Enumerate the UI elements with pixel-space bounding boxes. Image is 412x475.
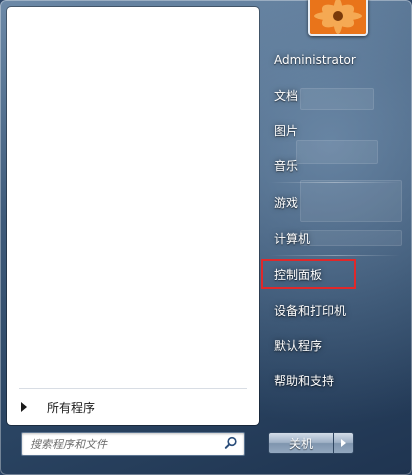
music-link[interactable]: 音乐 <box>268 153 400 177</box>
shutdown-options-button[interactable] <box>334 432 354 454</box>
pictures-link[interactable]: 图片 <box>268 118 400 142</box>
start-menu: 所有程序 Administrator 文档 图片 音乐 游戏 计算机 控制面板 <box>0 0 412 475</box>
search-icon[interactable] <box>224 436 238 450</box>
flower-icon <box>310 0 366 34</box>
arrow-right-icon <box>21 402 27 412</box>
help-support-link[interactable]: 帮助和支持 <box>268 368 400 392</box>
computer-link[interactable]: 计算机 <box>268 226 400 250</box>
right-pane-separator <box>270 182 400 183</box>
control-panel-highlight <box>261 259 356 289</box>
programs-separator <box>19 388 247 389</box>
all-programs-button[interactable]: 所有程序 <box>17 395 249 419</box>
search-box[interactable] <box>21 432 245 456</box>
chevron-right-icon <box>341 439 346 447</box>
games-link[interactable]: 游戏 <box>268 190 400 214</box>
search-input[interactable] <box>30 437 210 451</box>
all-programs-label: 所有程序 <box>47 400 96 415</box>
documents-link[interactable]: 文档 <box>268 83 400 107</box>
default-programs-link[interactable]: 默认程序 <box>268 333 400 357</box>
programs-pane: 所有程序 <box>7 7 259 425</box>
user-picture[interactable] <box>308 0 368 36</box>
devices-printers-link[interactable]: 设备和打印机 <box>268 298 400 322</box>
shutdown-button[interactable]: 关机 <box>268 432 334 454</box>
right-pane-separator <box>270 255 400 256</box>
user-name-link[interactable]: Administrator <box>268 48 400 72</box>
